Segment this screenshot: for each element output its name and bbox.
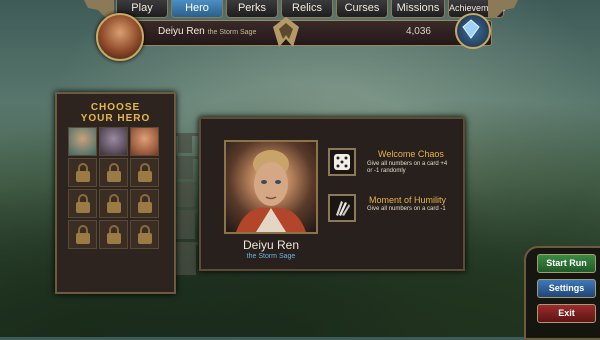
tab-missions[interactable]: Missions: [391, 0, 445, 18]
cards-icon: [336, 201, 350, 216]
locked-hero-slot[interactable]: [68, 220, 97, 249]
choose-heading-line1: CHOOSE: [90, 102, 141, 113]
padlock-icon: [75, 162, 90, 182]
hero-portrait: [224, 140, 318, 234]
player-avatar[interactable]: [96, 13, 144, 61]
locked-hero-slot[interactable]: [130, 189, 159, 218]
ability-welcome-chaos[interactable]: [328, 148, 356, 176]
banner-crest-ornament: [273, 17, 299, 47]
locked-hero-slot[interactable]: [68, 189, 97, 218]
hero-detail-panel: Deiyu Ren the Storm Sage Welcome Chaos G…: [199, 117, 465, 271]
hero-grid: [68, 127, 159, 249]
padlock-icon: [106, 193, 121, 213]
locked-hero-slot[interactable]: [68, 158, 97, 187]
tab-perks[interactable]: Perks: [226, 0, 278, 18]
score-value: 4,036: [405, 26, 431, 37]
hero-subtitle: the Storm Sage: [246, 253, 296, 260]
gem-icon-glyph: [462, 19, 480, 39]
choose-hero-heading: CHOOSE YOUR HERO: [57, 102, 174, 124]
gem-icon[interactable]: [455, 13, 491, 49]
locked-hero-slot[interactable]: [99, 220, 128, 249]
locked-hero-slot[interactable]: [130, 158, 159, 187]
tab-relics[interactable]: Relics: [281, 0, 333, 18]
player-banner: Deiyu Ren the Storm Sage 4,036: [112, 17, 492, 47]
settings-button[interactable]: Settings: [537, 279, 596, 298]
top-nav: Play Hero Perks Relics Curses Missions A…: [116, 0, 506, 18]
start-run-button[interactable]: Start Run: [537, 254, 596, 273]
banner-hero-name: Deiyu Ren: [158, 26, 205, 37]
padlock-icon: [75, 193, 90, 213]
hero-name: Deiyu Ren: [242, 238, 300, 252]
padlock-icon: [106, 162, 121, 182]
padlock-icon: [75, 224, 90, 244]
dice-icon: [334, 154, 350, 170]
exit-button[interactable]: Exit: [537, 304, 596, 323]
padlock-icon: [137, 162, 152, 182]
locked-hero-slot[interactable]: [130, 220, 159, 249]
padlock-icon: [137, 193, 152, 213]
ability-name: Welcome Chaos: [378, 149, 444, 159]
padlock-icon: [106, 224, 121, 244]
hero-slot-red-hair[interactable]: [130, 127, 159, 156]
ability-desc-line: or -1 randomly: [367, 168, 406, 174]
player-hero-name: Deiyu Ren the Storm Sage: [158, 26, 256, 37]
locked-hero-slot[interactable]: [99, 189, 128, 218]
choose-hero-panel: CHOOSE YOUR HERO: [55, 92, 176, 294]
hero-portrait-art: [236, 150, 306, 232]
banner-hero-title: the Storm Sage: [207, 29, 257, 36]
ability-desc-line: Give all numbers on a card +4: [367, 161, 448, 167]
ability-description: Give all numbers on a card -1: [367, 206, 446, 212]
padlock-icon: [137, 224, 152, 244]
ability-description: Give all numbers on a card +4 or -1 rand…: [367, 161, 447, 175]
ability-moment-of-humility[interactable]: [328, 194, 356, 222]
tab-curses[interactable]: Curses: [336, 0, 388, 18]
hero-slot-hooded[interactable]: [99, 127, 128, 156]
hero-slot-deiyu-ren[interactable]: [68, 127, 97, 156]
tab-hero[interactable]: Hero: [171, 0, 223, 18]
choose-heading-line2: YOUR HERO: [80, 113, 151, 124]
right-corner-ornament: [488, 0, 518, 18]
locked-hero-slot[interactable]: [99, 158, 128, 187]
ability-name: Moment of Humility: [369, 195, 447, 205]
